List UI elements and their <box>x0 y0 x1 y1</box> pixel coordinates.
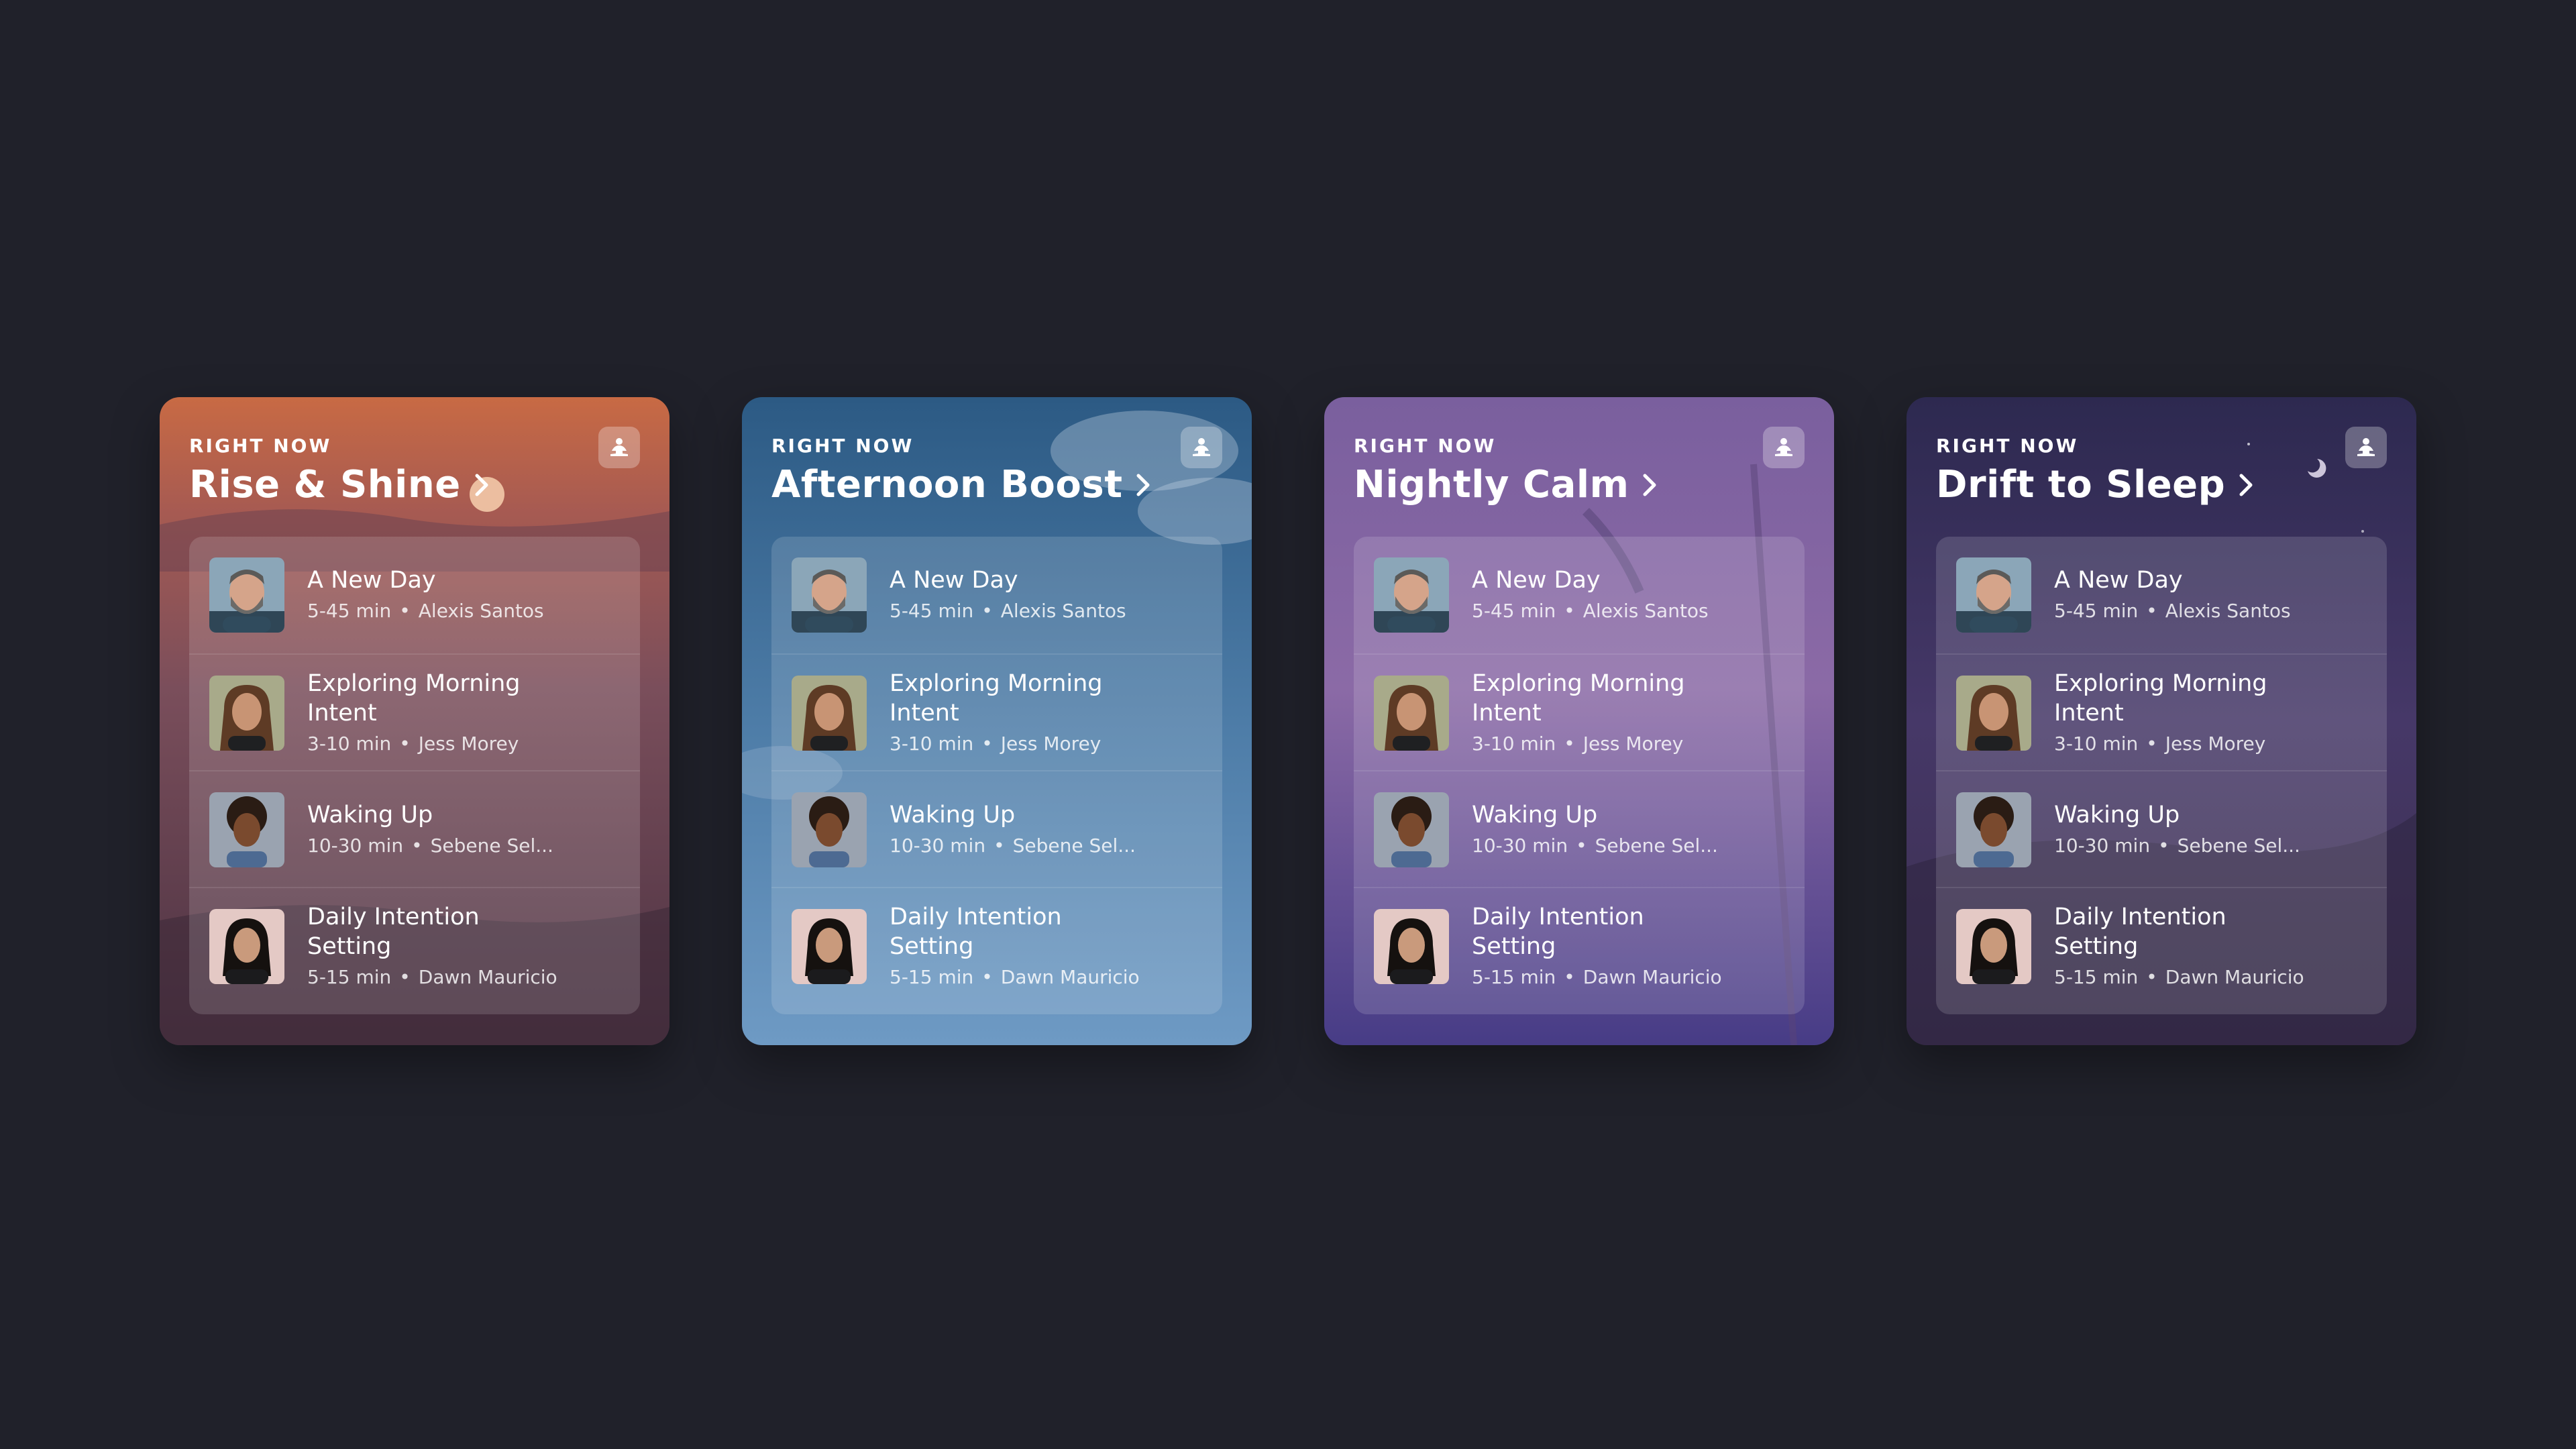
session-title: Waking Up <box>307 802 433 828</box>
session-row[interactable]: A New Day 5-45 min • Alexis Santos <box>1936 537 2387 653</box>
session-meta: 5-15 min • Dawn Mauricio <box>307 966 557 988</box>
card-title-link[interactable]: Nightly Calm <box>1354 463 1658 506</box>
card-title: Rise & Shine <box>189 463 461 506</box>
meditation-icon <box>610 438 628 456</box>
session-title: Waking Up <box>890 802 1016 828</box>
right-now-label: RIGHT NOW <box>1936 435 2079 457</box>
session-list: A New Day 5-45 min • Alexis Santos Explorin… <box>189 537 640 1014</box>
session-row[interactable]: Daily Intention Setting 5-15 min • Dawn Mau… <box>1936 887 2387 1005</box>
session-title: A New Day <box>307 567 436 594</box>
session-meta: 5-45 min • Alexis Santos <box>1472 600 1709 622</box>
session-meta: 10-30 min • Sebene Sel... <box>890 835 1136 857</box>
card-title-link[interactable]: Afternoon Boost <box>771 463 1152 506</box>
teacher-avatar-jess <box>792 676 867 751</box>
teacher-avatar-jess <box>1956 676 2031 751</box>
session-row[interactable]: Waking Up 10-30 min • Sebene Sel... <box>1936 770 2387 888</box>
session-title: Waking Up <box>1472 802 1598 828</box>
card-title-link[interactable]: Drift to Sleep <box>1936 463 2255 506</box>
session-title: Exploring Morning Intent <box>1472 670 1685 727</box>
session-meta: 3-10 min • Jess Morey <box>307 733 519 755</box>
session-row[interactable]: Daily Intention Setting 5-15 min • Dawn Mau… <box>1354 887 1805 1005</box>
card-title: Afternoon Boost <box>771 463 1123 506</box>
chevron-right-icon <box>1136 474 1150 496</box>
teacher-avatar-alexis <box>1374 557 1449 633</box>
session-row[interactable]: Exploring Morning Intent 3-10 min • Jess Mo… <box>189 653 640 771</box>
session-row[interactable]: Exploring Morning Intent 3-10 min • Jess Mo… <box>771 653 1222 771</box>
teacher-avatar-sebene <box>209 792 284 867</box>
session-meta: 5-45 min • Alexis Santos <box>890 600 1126 622</box>
session-title: A New Day <box>890 567 1018 594</box>
right-now-label: RIGHT NOW <box>189 435 332 457</box>
session-title: Exploring Morning Intent <box>307 670 521 727</box>
session-meta: 10-30 min • Sebene Sel... <box>307 835 553 857</box>
session-title: Daily Intention Setting <box>2054 904 2226 960</box>
card-nightly-calm[interactable]: RIGHT NOW Nightly Calm A New Day 5-45 min… <box>1324 397 1834 1045</box>
session-row[interactable]: Exploring Morning Intent 3-10 min • Jess Mo… <box>1354 653 1805 771</box>
session-meta: 3-10 min • Jess Morey <box>1472 733 1684 755</box>
session-meta: 5-15 min • Dawn Mauricio <box>2054 966 2304 988</box>
session-meta: 5-45 min • Alexis Santos <box>2054 600 2291 622</box>
session-meta: 5-15 min • Dawn Mauricio <box>1472 966 1722 988</box>
teacher-avatar-jess <box>209 676 284 751</box>
meditation-icon <box>1193 438 1210 456</box>
session-meta: 5-15 min • Dawn Mauricio <box>890 966 1140 988</box>
teacher-avatar-dawn <box>209 909 284 984</box>
session-title: A New Day <box>1472 567 1601 594</box>
session-meta: 3-10 min • Jess Morey <box>2054 733 2266 755</box>
session-row[interactable]: Waking Up 10-30 min • Sebene Sel... <box>771 770 1222 888</box>
teacher-avatar-sebene <box>792 792 867 867</box>
teacher-avatar-alexis <box>1956 557 2031 633</box>
session-row[interactable]: Waking Up 10-30 min • Sebene Sel... <box>1354 770 1805 888</box>
session-row[interactable]: A New Day 5-45 min • Alexis Santos <box>189 537 640 653</box>
meditation-icon <box>1775 438 1792 456</box>
session-title: Daily Intention Setting <box>1472 904 1644 960</box>
session-title: Exploring Morning Intent <box>2054 670 2267 727</box>
session-row[interactable]: A New Day 5-45 min • Alexis Santos <box>1354 537 1805 653</box>
session-row[interactable]: Waking Up 10-30 min • Sebene Sel... <box>189 770 640 888</box>
right-now-label: RIGHT NOW <box>1354 435 1497 457</box>
chevron-right-icon <box>475 474 488 496</box>
card-title-link[interactable]: Rise & Shine <box>189 463 490 506</box>
session-title: Daily Intention Setting <box>307 904 480 960</box>
teacher-avatar-sebene <box>1956 792 2031 867</box>
session-row[interactable]: Daily Intention Setting 5-15 min • Dawn Mau… <box>771 887 1222 1005</box>
session-title: A New Day <box>2054 567 2183 594</box>
meditation-badge[interactable] <box>2345 427 2387 468</box>
chevron-right-icon <box>1643 474 1656 496</box>
card-drift-to-sleep[interactable]: RIGHT NOW Drift to Sleep A New Day 5-45 m… <box>1907 397 2416 1045</box>
chevron-right-icon <box>2239 474 2253 496</box>
session-list: A New Day 5-45 min • Alexis Santos Explorin… <box>1936 537 2387 1014</box>
widget-gallery: RIGHT NOW Rise & Shine A New Day 5-45 min… <box>0 0 2576 1449</box>
teacher-avatar-dawn <box>1374 909 1449 984</box>
session-list: A New Day 5-45 min • Alexis Santos Explorin… <box>771 537 1222 1014</box>
teacher-avatar-alexis <box>209 557 284 633</box>
session-meta: 5-45 min • Alexis Santos <box>307 600 544 622</box>
meditation-badge[interactable] <box>1181 427 1222 468</box>
session-row[interactable]: Exploring Morning Intent 3-10 min • Jess Mo… <box>1936 653 2387 771</box>
teacher-avatar-alexis <box>792 557 867 633</box>
card-rise-and-shine[interactable]: RIGHT NOW Rise & Shine A New Day 5-45 min… <box>160 397 669 1045</box>
session-meta: 3-10 min • Jess Morey <box>890 733 1102 755</box>
session-list: A New Day 5-45 min • Alexis Santos Explorin… <box>1354 537 1805 1014</box>
session-row[interactable]: A New Day 5-45 min • Alexis Santos <box>771 537 1222 653</box>
meditation-badge[interactable] <box>598 427 640 468</box>
teacher-avatar-dawn <box>792 909 867 984</box>
session-title: Waking Up <box>2054 802 2180 828</box>
teacher-avatar-dawn <box>1956 909 2031 984</box>
session-row[interactable]: Daily Intention Setting 5-15 min • Dawn Mau… <box>189 887 640 1005</box>
session-meta: 10-30 min • Sebene Sel... <box>1472 835 1718 857</box>
teacher-avatar-sebene <box>1374 792 1449 867</box>
card-title: Nightly Calm <box>1354 463 1629 506</box>
session-title: Exploring Morning Intent <box>890 670 1103 727</box>
meditation-badge[interactable] <box>1763 427 1805 468</box>
session-meta: 10-30 min • Sebene Sel... <box>2054 835 2300 857</box>
right-now-label: RIGHT NOW <box>771 435 914 457</box>
card-afternoon-boost[interactable]: RIGHT NOW Afternoon Boost A New Day 5-45 … <box>742 397 1252 1045</box>
card-title: Drift to Sleep <box>1936 463 2226 506</box>
meditation-icon <box>2357 438 2375 456</box>
teacher-avatar-jess <box>1374 676 1449 751</box>
session-title: Daily Intention Setting <box>890 904 1062 960</box>
